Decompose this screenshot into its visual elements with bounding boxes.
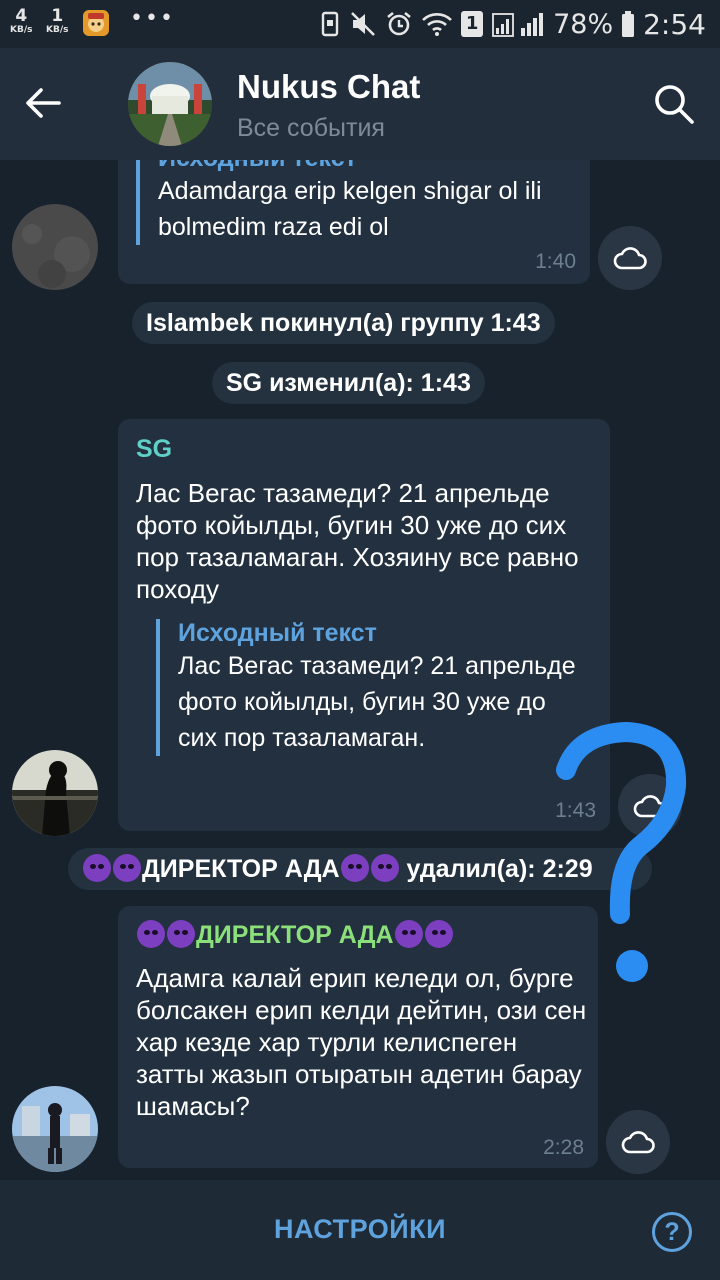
upload-speed: 1 KB/s (46, 8, 68, 35)
devil-emoji-icon (394, 920, 423, 948)
message-time: 2:28 (543, 1136, 584, 1159)
question-mark-annotation (548, 722, 698, 992)
quote-title: Исходный текст (158, 160, 566, 173)
upload-speed-unit: KB/s (46, 25, 69, 35)
author-name: ДИРЕКТОР АДА (196, 921, 394, 949)
bottom-bar: НАСТРОЙКИ ? (0, 1180, 720, 1280)
message-text: Лас Вегас тазамеди? 21 апрельде фото кой… (136, 478, 579, 604)
download-speed: 4 KB/s (10, 8, 32, 35)
status-bar: 4 KB/s 1 KB/s ••• 1 78% 2:54 (0, 0, 720, 48)
devil-emoji-icon (113, 854, 141, 882)
cloud-icon (613, 247, 647, 270)
original-text-quote: Исходный текст Adamdarga erip kelgen shi… (136, 160, 566, 245)
devil-emoji-icon (424, 920, 453, 948)
devil-emoji-icon (137, 920, 165, 948)
mute-icon (349, 10, 377, 38)
share-button[interactable] (598, 226, 662, 290)
devil-emoji-icon (167, 920, 195, 948)
service-message: Islambek покинул(а) группу 1:43 (132, 302, 555, 344)
cloud-icon (621, 1131, 655, 1154)
message-author[interactable]: ДИРЕКТОР АДА (136, 920, 454, 950)
game-app-icon (82, 9, 110, 37)
search-button[interactable] (650, 80, 698, 128)
devil-emoji-icon (370, 854, 399, 882)
alarm-icon (385, 10, 413, 38)
quote-text: Adamdarga erip kelgen shigar ol ili bolm… (158, 177, 542, 241)
message-bubble[interactable]: Исходный текст Adamdarga erip kelgen shi… (118, 160, 590, 284)
download-speed-unit: KB/s (10, 25, 33, 35)
chat-title[interactable]: Nukus Chat (237, 68, 420, 106)
avatar[interactable] (12, 1086, 98, 1172)
vibrate-icon (319, 11, 341, 37)
service-action: удалил(а): (406, 855, 536, 883)
signal-icon (491, 10, 545, 38)
clock: 2:54 (643, 7, 706, 41)
avatar[interactable] (12, 204, 98, 290)
original-text-quote: Исходный текст Лас Вегас тазамеди? 21 ап… (156, 619, 576, 756)
service-message: SG изменил(а): 1:43 (212, 362, 485, 404)
message-bubble[interactable]: ДИРЕКТОР АДА Адамга калай ерип келеди ол… (118, 906, 598, 1168)
settings-button[interactable]: НАСТРОЙКИ (0, 1214, 720, 1245)
battery-icon (621, 10, 635, 38)
avatar[interactable] (12, 750, 98, 836)
share-button[interactable] (606, 1110, 670, 1174)
battery-percent: 78% (553, 8, 614, 40)
devil-emoji-icon (83, 854, 111, 882)
message-list[interactable]: Исходный текст Adamdarga erip kelgen shi… (0, 160, 720, 1180)
back-button[interactable] (18, 78, 68, 128)
message-text: Адамга калай ерип келеди ол, бурге болса… (136, 963, 587, 1121)
service-user-name: ДИРЕКТОР АДА (142, 855, 340, 883)
quote-title: Исходный текст (178, 619, 377, 647)
wifi-icon (421, 11, 453, 37)
chat-avatar[interactable] (128, 62, 212, 146)
download-speed-value: 4 (15, 6, 28, 26)
back-arrow-icon (26, 88, 61, 118)
message-author[interactable]: SG (136, 435, 172, 464)
chat-subtitle: Все события (237, 114, 385, 142)
message-bubble[interactable]: SG Лас Вегас тазамеди? 21 апрельде фото … (118, 419, 610, 831)
message-time: 1:40 (535, 250, 576, 273)
search-icon (655, 85, 694, 124)
devil-emoji-icon (340, 854, 369, 882)
help-icon[interactable]: ? (652, 1212, 692, 1252)
quote-text: Лас Вегас тазамеди? 21 апрельде фото кой… (178, 652, 576, 752)
chat-header: Nukus Chat Все события (0, 48, 720, 160)
more-notifications-icon: ••• (130, 6, 175, 31)
sim-icon: 1 (461, 11, 484, 37)
upload-speed-value: 1 (51, 6, 64, 26)
